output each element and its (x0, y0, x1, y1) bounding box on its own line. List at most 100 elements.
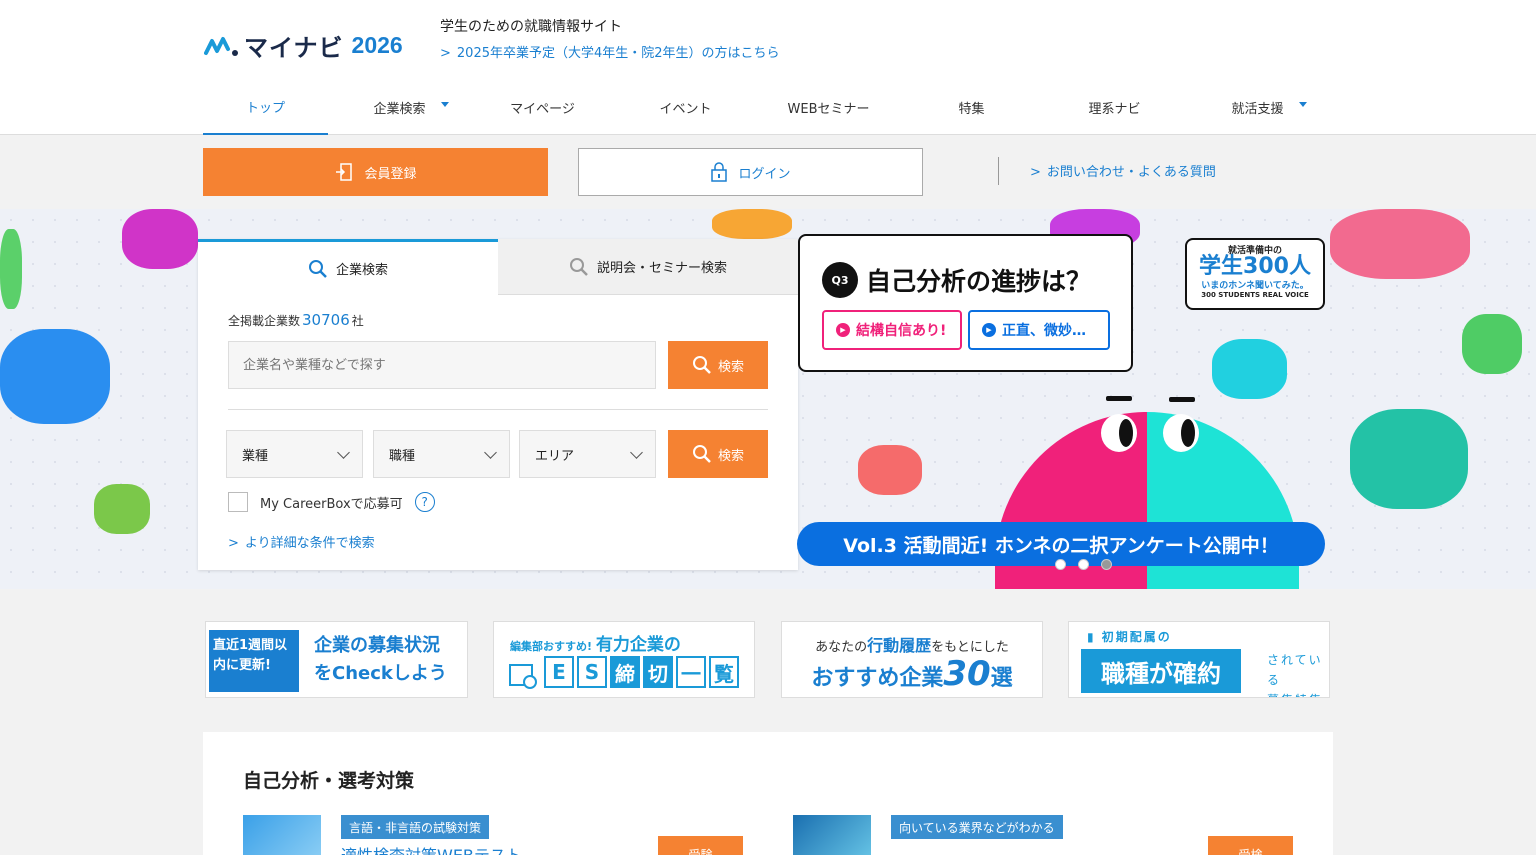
self-analysis-section: 自己分析・選考対策 言語・非言語の試験対策 適性検査対策WEBテスト 受験 向い… (203, 732, 1333, 855)
search-card: 企業検索 説明会・セミナー検索 全掲載企業数30706社 検索 業種 職種 エリ… (198, 239, 798, 570)
carousel-dot-1[interactable] (1055, 559, 1066, 570)
promo-side-line: されている (1267, 653, 1323, 687)
search-icon (692, 356, 711, 374)
divider (228, 409, 768, 410)
area-select[interactable]: エリア (519, 430, 656, 478)
caret-down-icon (1299, 102, 1307, 107)
nav-label: WEBセミナー (787, 102, 870, 117)
job-type-select[interactable]: 職種 (373, 430, 510, 478)
decorative-blob (0, 229, 22, 309)
chevron-down-icon (337, 446, 350, 459)
promo-main-post: 選 (990, 666, 1013, 691)
help-icon[interactable]: ? (414, 492, 435, 512)
register-button[interactable]: 会員登録 (203, 148, 548, 196)
nav-event[interactable]: イベント (614, 80, 757, 135)
mascot-brow (1106, 396, 1132, 401)
site-logo[interactable]: マイナビ 2026 (204, 28, 403, 63)
mascot-eye (1101, 414, 1137, 452)
promo-top-pre: あなたの (815, 640, 868, 655)
faq-link[interactable]: > お問い合わせ・よくある質問 (1030, 161, 1216, 180)
logo-year: 2026 (351, 32, 403, 58)
select-value: エリア (535, 448, 575, 464)
promo-recruit-status[interactable]: 直近1週間以内に更新! 企業の募集状況 をCheckしよう (205, 621, 468, 698)
calendar-icon (509, 664, 537, 689)
tab-label: 企業検索 (335, 263, 388, 278)
select-value: 職種 (389, 448, 416, 464)
promo-side: されている 募集特集 (1267, 650, 1329, 697)
register-label: 会員登録 (364, 166, 417, 182)
faq-label: お問い合わせ・よくある質問 (1046, 165, 1216, 180)
es-deadline-chars: E S 締 切 一 覧 (544, 656, 739, 688)
keyword-search-input[interactable] (228, 341, 656, 389)
play-icon: ▶ (982, 323, 996, 337)
divider (998, 157, 999, 185)
count-prefix: 全掲載企業数 (228, 314, 301, 328)
nav-mypage[interactable]: マイページ (471, 80, 614, 135)
login-label: ログイン (738, 166, 791, 182)
nav-company-search[interactable]: 企業検索 (328, 80, 471, 135)
survey-option-2: ▶ 正直、微妙… (968, 310, 1110, 350)
promo-top-big: 有力企業の (595, 635, 681, 655)
nav-job-support[interactable]: 就活支援 (1186, 80, 1329, 135)
careerbox-option: My CareerBoxで応募可 ? (228, 492, 435, 512)
search-button-label: 検索 (717, 448, 744, 464)
option-label: 正直、微妙… (1002, 323, 1086, 339)
promo-line: をCheckしよう (314, 663, 447, 684)
nav-feature[interactable]: 特集 (900, 80, 1043, 135)
condition-search-button[interactable]: 検索 (668, 430, 768, 478)
es-char: 一 (676, 656, 706, 688)
nav-science-navi[interactable]: 理系ナビ (1043, 80, 1186, 135)
count-suffix: 社 (351, 314, 364, 328)
card-thumbnail[interactable] (243, 815, 321, 855)
section-title: 自己分析・選考対策 (243, 770, 415, 792)
nav-label: 就活支援 (1231, 102, 1284, 117)
industry-select[interactable]: 業種 (226, 430, 363, 478)
decorative-blob (1330, 209, 1470, 279)
es-char: 覧 (709, 656, 739, 688)
card-thumbnail[interactable] (793, 815, 871, 855)
chevron-right-icon: > (1030, 165, 1041, 180)
count-number: 30706 (302, 311, 350, 329)
careerbox-checkbox[interactable] (228, 492, 248, 512)
promo-line: 企業の募集状況 (314, 635, 440, 656)
tab-label: 説明会・セミナー検索 (596, 261, 727, 276)
card-tag: 言語・非言語の試験対策 (341, 815, 490, 839)
es-char: S (577, 656, 607, 688)
search-icon (308, 259, 327, 278)
nav-web-seminar[interactable]: WEBセミナー (757, 80, 900, 135)
tab-seminar-search[interactable]: 説明会・セミナー検索 (498, 239, 798, 295)
detail-search-link[interactable]: > より詳細な条件で検索 (228, 532, 375, 551)
search-tabs: 企業検索 説明会・セミナー検索 (198, 239, 798, 295)
promo-recommended-30[interactable]: あなたの行動履歴をもとにした おすすめ企業30選 (781, 621, 1043, 698)
book-icon: ▮ (1087, 630, 1102, 644)
question-badge: Q3 (822, 262, 858, 298)
es-char: E (544, 656, 574, 688)
decorative-blob (858, 445, 922, 495)
site-header: マイナビ 2026 学生のための就職情報サイト >2025年卒業予定（大学4年生… (0, 0, 1536, 135)
promo-es-deadline[interactable]: 編集部おすすめ! 有力企業の E S 締 切 一 覧 (493, 621, 755, 698)
take-test-button[interactable]: 受験 (658, 836, 743, 855)
es-char: 締 (610, 656, 640, 688)
tab-company-search[interactable]: 企業検索 (198, 239, 498, 295)
carousel-dot-2[interactable] (1078, 559, 1089, 570)
take-test-button[interactable]: 受検 (1208, 836, 1293, 855)
search-button-label: 検索 (717, 359, 744, 375)
promo-job-assignment[interactable]: ▮ 初期配属の 職種が確約 されている 募集特集 (1068, 621, 1330, 698)
nav-top[interactable]: トップ (203, 80, 328, 135)
promo-top: あなたの行動履歴をもとにした (782, 632, 1042, 656)
option-label: 結構自信あり! (856, 323, 947, 339)
card-title-link[interactable]: 適性検査対策WEBテスト (341, 842, 522, 855)
survey-option-1: ▶ 結構自信あり! (822, 310, 962, 350)
site-tagline: 学生のための就職情報サイト (440, 19, 622, 35)
action-bar: 会員登録 ログイン > お問い合わせ・よくある質問 (0, 135, 1536, 209)
grad-2025-link[interactable]: >2025年卒業予定（大学4年生・院2年生）の方はこちら (440, 42, 780, 61)
mynavi-logo-icon (204, 36, 238, 56)
promo-top-highlight: 行動履歴 (867, 636, 932, 655)
keyword-search-button[interactable]: 検索 (668, 341, 768, 389)
select-value: 業種 (242, 448, 269, 464)
decorative-blob (94, 484, 150, 534)
carousel-dot-3[interactable] (1101, 559, 1112, 570)
survey-question-card[interactable]: Q3 自己分析の進捗は？ ▶ 結構自信あり! ▶ 正直、微妙… (798, 234, 1133, 372)
login-button[interactable]: ログイン (578, 148, 923, 196)
promo-top: 編集部おすすめ! 有力企業の (510, 630, 681, 655)
